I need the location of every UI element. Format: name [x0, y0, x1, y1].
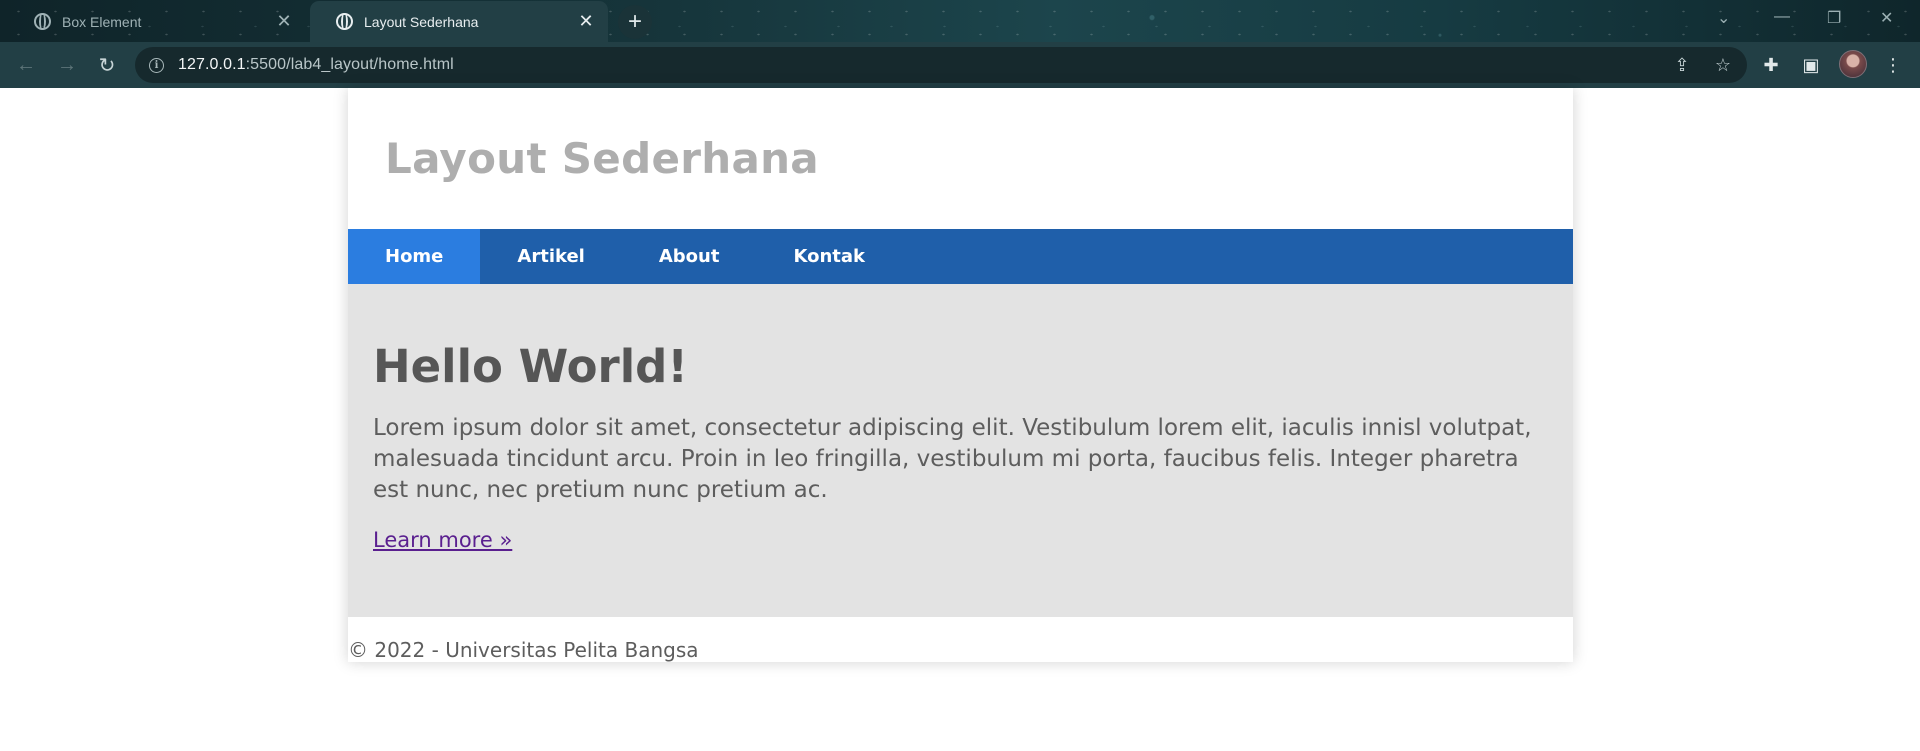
hero-heading: Hello World! — [373, 340, 688, 393]
main-nav: Home Artikel About Kontak — [348, 229, 1573, 284]
minimize-icon[interactable]: — — [1774, 8, 1790, 26]
reload-icon[interactable]: ↻ — [93, 51, 121, 79]
profile-avatar[interactable] — [1839, 50, 1867, 78]
browser-toolbar: ← → ↻ i 127.0.0.1:5500/lab4_layout/home.… — [0, 42, 1920, 88]
site-footer: © 2022 - Universitas Pelita Bangsa — [348, 638, 699, 662]
site-title: Layout Sederhana — [385, 134, 819, 183]
learn-more-link[interactable]: Learn more » — [373, 528, 512, 552]
hero-text: Lorem ipsum dolor sit amet, consectetur … — [373, 415, 1532, 503]
globe-icon — [336, 13, 353, 30]
nav-about[interactable]: About — [622, 229, 757, 284]
tab-layout-sederhana[interactable]: Layout Sederhana ✕ — [310, 1, 608, 42]
hero-section: Hello World! Lorem ipsum dolor sit amet,… — [348, 284, 1573, 617]
site-info-icon[interactable]: i — [149, 57, 164, 73]
address-bar[interactable]: i 127.0.0.1:5500/lab4_layout/home.html ⇪… — [135, 47, 1747, 83]
puzzle-icon[interactable]: ✚ — [1756, 51, 1786, 79]
kebab-menu-icon[interactable]: ⋮ — [1878, 51, 1908, 79]
window-close-icon[interactable]: ✕ — [1880, 8, 1893, 28]
nav-artikel[interactable]: Artikel — [480, 229, 621, 284]
new-tab-button[interactable]: + — [618, 5, 652, 39]
tab-box-element[interactable]: Box Element ✕ — [8, 1, 306, 42]
star-icon[interactable]: ☆ — [1708, 47, 1738, 83]
chevron-down-icon[interactable]: ⌄ — [1717, 8, 1730, 28]
nav-kontak[interactable]: Kontak — [756, 229, 902, 284]
url-text[interactable]: 127.0.0.1:5500/lab4_layout/home.html — [178, 56, 454, 74]
share-icon[interactable]: ⇪ — [1667, 47, 1697, 83]
tab-title: Layout Sederhana — [364, 13, 479, 30]
restore-icon[interactable]: ❐ — [1827, 8, 1841, 28]
browser-chrome: Box Element ✕ Layout Sederhana ✕ + ⌄ — ❐… — [0, 0, 1920, 88]
url-path: :5500/lab4_layout/home.html — [245, 56, 454, 73]
side-panel-icon[interactable]: ▣ — [1796, 51, 1826, 79]
url-host: 127.0.0.1 — [178, 56, 246, 73]
tab-title: Box Element — [62, 13, 142, 30]
nav-home[interactable]: Home — [348, 229, 481, 284]
close-icon[interactable]: ✕ — [270, 11, 298, 32]
page-container: Layout Sederhana Home Artikel About Kont… — [348, 88, 1573, 662]
forward-arrow-icon[interactable]: → — [53, 51, 81, 79]
close-icon[interactable]: ✕ — [572, 11, 600, 32]
site-header: Layout Sederhana — [348, 88, 1573, 229]
globe-icon — [34, 13, 51, 30]
tab-strip: Box Element ✕ Layout Sederhana ✕ + ⌄ — ❐… — [0, 0, 1920, 42]
back-arrow-icon[interactable]: ← — [12, 51, 40, 79]
